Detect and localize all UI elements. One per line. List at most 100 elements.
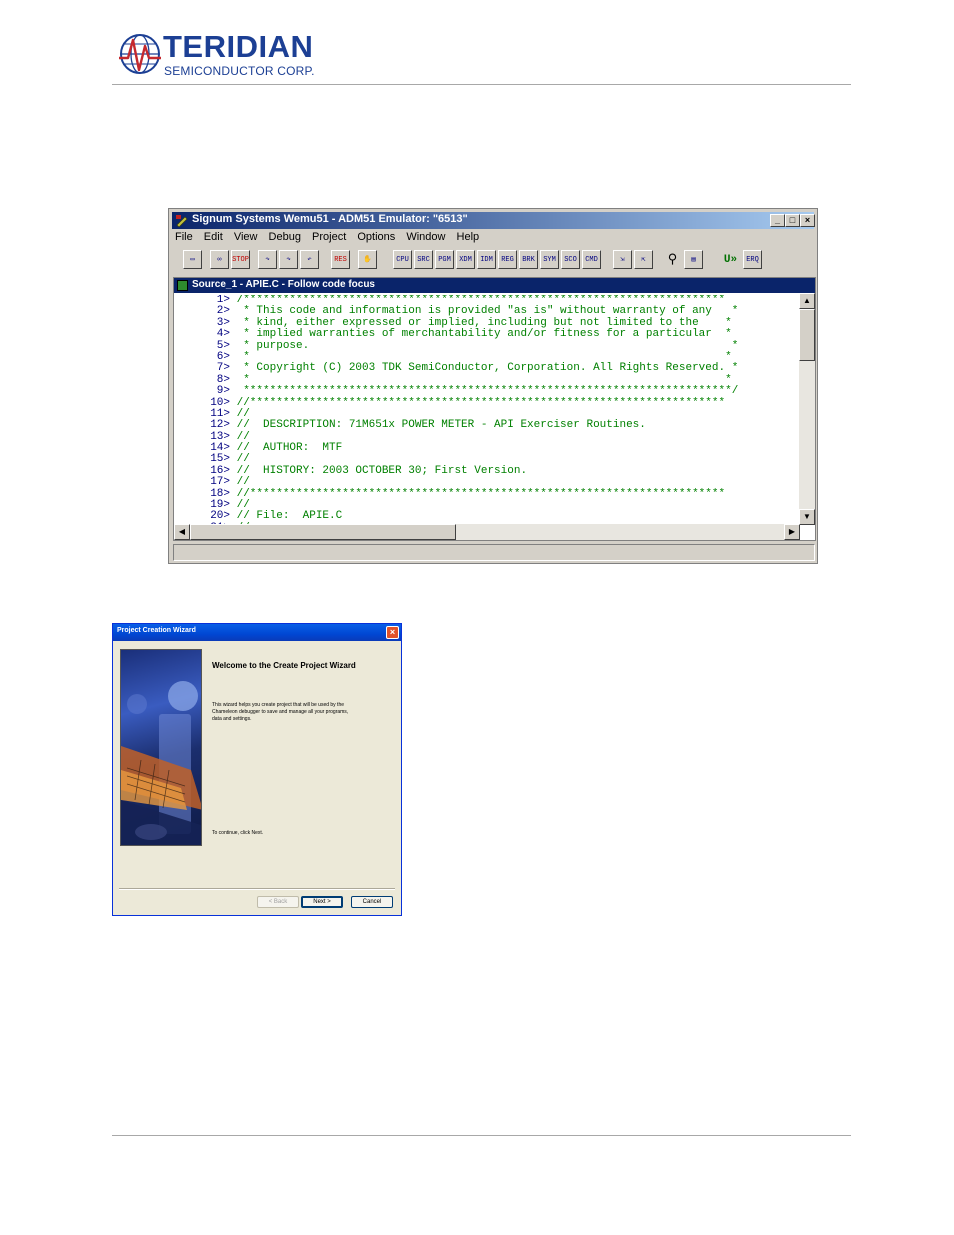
code-line: 14> // AUTHOR: MTF [174, 442, 800, 455]
menu-file[interactable]: File [175, 231, 193, 243]
menu-bar: File Edit View Debug Project Options Win… [175, 231, 487, 245]
horizontal-scrollbar[interactable]: ◀ ▶ [174, 524, 800, 540]
scroll-down-icon[interactable]: ▼ [799, 509, 815, 525]
menu-edit[interactable]: Edit [204, 231, 223, 243]
u-button[interactable]: U» [721, 250, 740, 269]
code-text: // AUTHOR: MTF [236, 442, 343, 455]
menu-help[interactable]: Help [457, 231, 480, 243]
hand-icon[interactable]: ✋ [358, 250, 377, 269]
code-line: 12> // DESCRIPTION: 71M651x POWER METER … [174, 419, 800, 432]
keyboard-figure-illustration [121, 681, 201, 845]
header-divider [112, 84, 851, 85]
menu-debug[interactable]: Debug [269, 231, 301, 243]
menu-options[interactable]: Options [357, 231, 395, 243]
step-over-icon[interactable]: ↷ [279, 250, 298, 269]
status-bar [173, 544, 815, 561]
code-text: * * [236, 350, 732, 363]
code-text: * * [236, 373, 732, 386]
idm-button[interactable]: IDM [477, 250, 496, 269]
sym-button[interactable]: SYM [540, 250, 559, 269]
code-text: // File: APIE.C [236, 510, 343, 523]
source-window: Source_1 - APIE.C - Follow code focus 1>… [173, 277, 816, 541]
line-number: 17> [210, 476, 230, 489]
brand-name: TERIDIAN [163, 29, 314, 64]
back-button[interactable]: < Back [257, 896, 299, 908]
reset-button[interactable]: RES [331, 250, 350, 269]
run-icon[interactable]: ∞ [210, 250, 229, 269]
source-window-title: Source_1 - APIE.C - Follow code focus [192, 279, 375, 290]
info-icon[interactable]: ▤ [684, 250, 703, 269]
line-number: 4> [216, 328, 230, 341]
code-text: // DESCRIPTION: 71M651x POWER METER - AP… [236, 419, 646, 432]
xdm-button[interactable]: XDM [456, 250, 475, 269]
load-icon[interactable]: ⇲ [613, 250, 632, 269]
step-icon[interactable]: ↷ [258, 250, 277, 269]
footer-divider [112, 1135, 851, 1136]
code-line: 16> // HISTORY: 2003 OCTOBER 30; First V… [174, 464, 800, 477]
find-icon[interactable]: ⚲ [663, 250, 682, 269]
app-icon [176, 215, 188, 227]
scroll-right-icon[interactable]: ▶ [784, 524, 800, 540]
minimize-button[interactable]: _ [770, 214, 785, 227]
menu-view[interactable]: View [234, 231, 258, 243]
code-text: * Copyright (C) 2003 TDK SemiConductor, … [236, 362, 739, 375]
wizard-titlebar[interactable]: Project Creation Wizard × [113, 624, 401, 641]
code-line: 20> // File: APIE.C [174, 510, 800, 523]
emulator-window: Signum Systems Wemu51 - ADM51 Emulator: … [168, 208, 818, 564]
teridian-globe-icon [119, 34, 161, 74]
code-text: * purpose. * [236, 339, 739, 352]
pgm-button[interactable]: PGM [435, 250, 454, 269]
wizard-heading: Welcome to the Create Project Wizard [212, 661, 356, 670]
maximize-button[interactable]: □ [785, 214, 800, 227]
wizard-title: Project Creation Wizard [117, 627, 196, 634]
wizard-close-button[interactable]: × [386, 626, 399, 639]
scroll-left-icon[interactable]: ◀ [174, 524, 190, 540]
code-text: // [236, 430, 250, 443]
company-logo: TERIDIAN SEMICONDUCTOR CORP. [118, 28, 318, 80]
code-text: //**************************************… [236, 487, 726, 500]
code-text: // HISTORY: 2003 OCTOBER 30; First Versi… [236, 464, 528, 477]
brand-subtitle: SEMICONDUCTOR CORP. [164, 64, 315, 78]
vertical-scrollbar[interactable]: ▲ ▼ [799, 293, 815, 525]
close-button[interactable]: × [800, 214, 815, 227]
next-button[interactable]: Next > [301, 896, 343, 908]
save-icon[interactable]: ⇱ [634, 250, 653, 269]
project-wizard-dialog: Project Creation Wizard × Welcome to the… [112, 623, 402, 916]
step-out-icon[interactable]: ↶ [300, 250, 319, 269]
open-icon[interactable]: ▭ [183, 250, 202, 269]
code-text: ****************************************… [236, 385, 739, 398]
reg-button[interactable]: REG [498, 250, 517, 269]
code-line: 18> //**********************************… [174, 487, 800, 500]
code-text: // [236, 476, 250, 489]
code-line: 10> //**********************************… [174, 396, 800, 409]
code-text: * This code and information is provided … [236, 305, 739, 318]
code-view[interactable]: 1> /************************************… [174, 295, 800, 524]
wizard-separator [119, 888, 395, 890]
source-window-icon [177, 280, 188, 291]
erq-button[interactable]: ERQ [743, 250, 762, 269]
stop-button[interactable]: STOP [231, 250, 250, 269]
menu-project[interactable]: Project [312, 231, 346, 243]
toolbar: ▭ ∞ STOP ↷ ↷ ↶ RES ✋ CPU SRC PGM XDM IDM… [173, 249, 815, 273]
code-text: /***************************************… [236, 295, 726, 306]
menu-window[interactable]: Window [406, 231, 445, 243]
vertical-scroll-thumb[interactable] [799, 309, 815, 361]
code-text: // [236, 453, 250, 466]
cmd-button[interactable]: CMD [582, 250, 601, 269]
brk-button[interactable]: BRK [519, 250, 538, 269]
horizontal-scroll-thumb[interactable] [190, 524, 456, 540]
cpu-button[interactable]: CPU [393, 250, 412, 269]
cancel-button[interactable]: Cancel [351, 896, 393, 908]
source-window-titlebar[interactable]: Source_1 - APIE.C - Follow code focus [174, 278, 815, 293]
wizard-banner-image [120, 649, 202, 846]
wizard-continue-text: To continue, click Next. [212, 830, 264, 836]
sco-button[interactable]: SCO [561, 250, 580, 269]
code-text: //**************************************… [236, 396, 726, 409]
src-button[interactable]: SRC [414, 250, 433, 269]
code-text: * kind, either expressed or implied, inc… [236, 316, 732, 329]
emulator-titlebar[interactable]: Signum Systems Wemu51 - ADM51 Emulator: … [172, 212, 815, 229]
code-text: * implied warranties of merchantability … [236, 328, 732, 341]
scroll-up-icon[interactable]: ▲ [799, 293, 815, 309]
line-number: 12> [210, 419, 230, 432]
line-number: 9> [216, 385, 230, 398]
